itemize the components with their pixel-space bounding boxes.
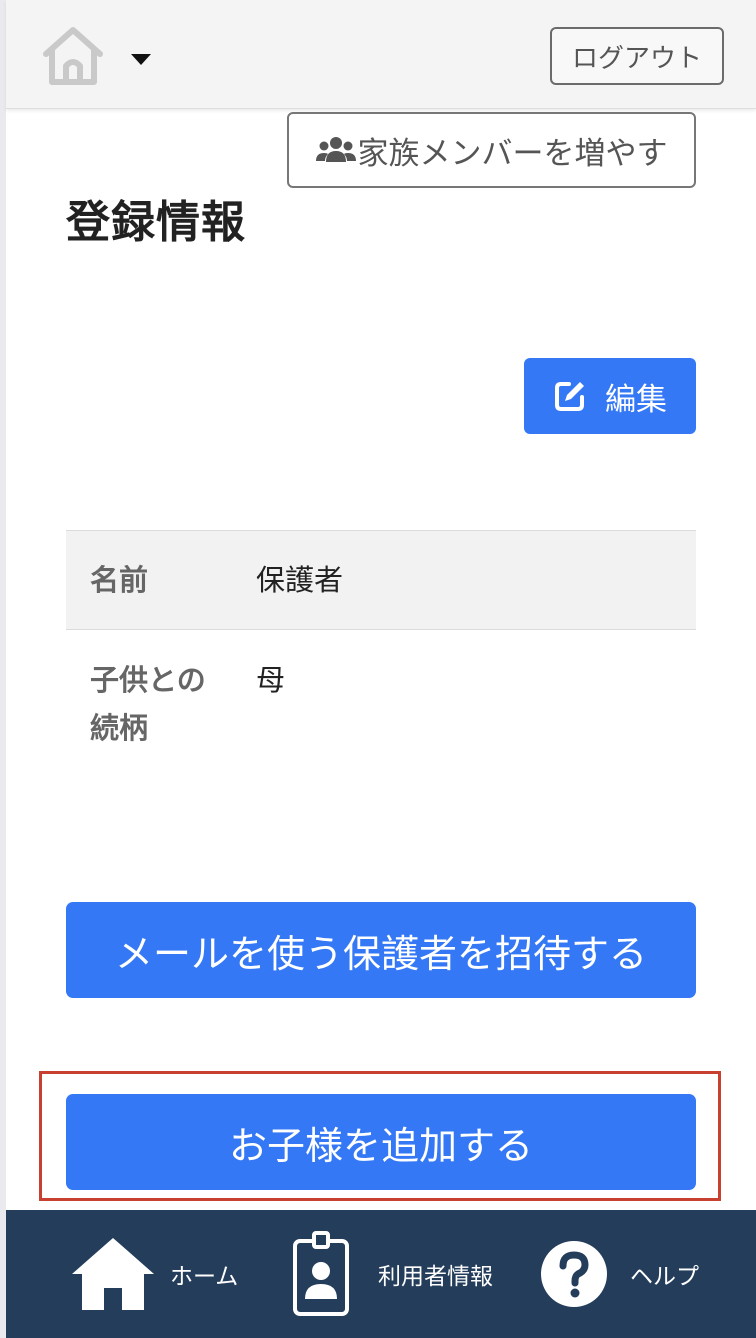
info-row-name: 名前 保護者 <box>66 530 696 630</box>
nav-user-info-label: 利用者情報 <box>378 1264 493 1290</box>
name-label: 名前 <box>90 563 149 597</box>
registration-info-table: 名前 保護者 子供との 続柄 母 <box>66 530 696 770</box>
relationship-value: 母 <box>256 663 286 697</box>
users-icon <box>315 137 356 162</box>
info-row-relationship: 子供との 続柄 母 <box>66 630 696 770</box>
invite-guardian-button[interactable]: メールを使う保護者を招待する <box>66 902 696 998</box>
add-family-member-label: 家族メンバーを増やす <box>357 135 668 172</box>
home-outline-icon[interactable] <box>40 24 106 88</box>
bottom-nav: ホーム 利用者情報 ヘルプ <box>6 1210 756 1338</box>
add-child-button[interactable]: お子様を追加する <box>66 1094 696 1190</box>
page-title: 登録情報 <box>66 197 246 248</box>
edit-button[interactable]: 編集 <box>524 358 696 434</box>
nav-item-help[interactable]: ヘルプ <box>540 1210 699 1338</box>
nav-item-user-info[interactable]: 利用者情報 <box>292 1210 493 1338</box>
nav-help-label: ヘルプ <box>630 1264 699 1290</box>
name-value: 保護者 <box>256 563 344 597</box>
relationship-label: 子供との 続柄 <box>66 656 256 752</box>
left-edge <box>0 0 6 1338</box>
edit-icon <box>555 382 584 411</box>
nav-home-label: ホーム <box>170 1264 239 1290</box>
add-family-member-button[interactable]: 家族メンバーを増やす <box>287 112 696 188</box>
question-circle-icon <box>541 1241 607 1307</box>
edit-label: 編集 <box>605 381 667 418</box>
top-header: ログアウト <box>6 0 756 109</box>
logout-button[interactable]: ログアウト <box>550 27 724 85</box>
home-icon <box>72 1238 154 1310</box>
nav-item-home[interactable]: ホーム <box>70 1210 238 1338</box>
caret-down-icon[interactable] <box>130 52 152 66</box>
id-badge-icon <box>293 1231 349 1316</box>
relationship-label-line1: 子供との <box>90 663 206 697</box>
relationship-label-line2: 続柄 <box>90 711 149 745</box>
